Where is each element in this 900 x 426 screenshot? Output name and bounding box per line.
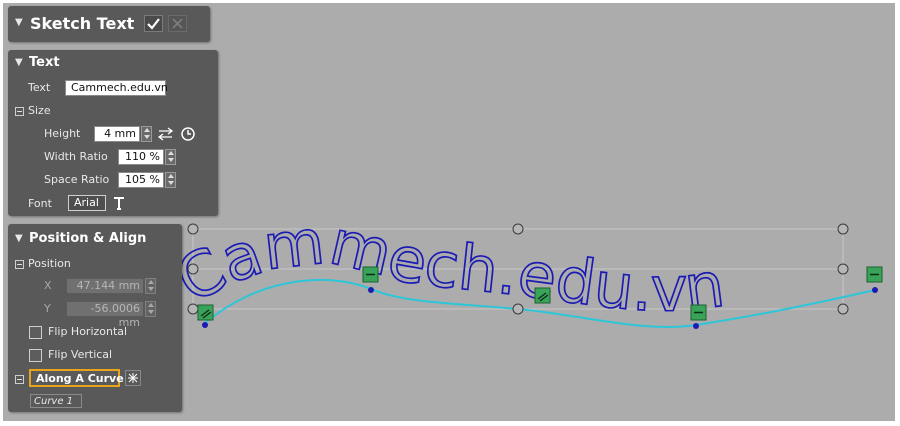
height-label: Height xyxy=(44,127,81,140)
position-collapse-icon[interactable] xyxy=(15,260,24,269)
text-input[interactable]: Cammech.edu.vn xyxy=(65,80,168,96)
y-position-stepper[interactable] xyxy=(145,301,156,317)
resize-handle-bottom-right[interactable] xyxy=(837,303,849,315)
height-stepper[interactable] xyxy=(141,126,152,142)
flip-direction-icon[interactable] xyxy=(157,126,174,142)
sketch-text-preview[interactable]: Cammech.edu.vn xyxy=(164,204,730,327)
close-icon xyxy=(172,18,183,29)
curve-point-start[interactable] xyxy=(202,322,208,328)
parallel-constraint-icon[interactable] xyxy=(534,287,551,304)
y-position-input[interactable]: -56.0006 mm xyxy=(66,301,144,329)
resize-handle-top-right[interactable] xyxy=(837,223,849,235)
rotate-icon[interactable] xyxy=(180,126,196,142)
position-label: Position xyxy=(28,257,71,270)
width-ratio-input[interactable]: 110 % xyxy=(118,149,164,165)
along-curve-collapse-icon[interactable] xyxy=(15,375,24,384)
ok-button[interactable] xyxy=(144,15,163,32)
cancel-button[interactable] xyxy=(168,15,187,32)
flip-horizontal-checkbox[interactable] xyxy=(29,326,42,339)
collapse-triangle-icon[interactable]: ▼ xyxy=(15,57,23,68)
space-ratio-stepper[interactable] xyxy=(165,172,176,188)
height-input[interactable]: 4 mm xyxy=(94,126,140,142)
curve-point-end[interactable] xyxy=(872,287,878,293)
resize-handle-top-center[interactable] xyxy=(512,223,524,235)
resize-handle-middle-right[interactable] xyxy=(837,263,849,275)
resize-handle-top-left[interactable] xyxy=(187,223,199,235)
x-label: X xyxy=(44,279,52,292)
curve-selection-field[interactable]: Curve 1 xyxy=(30,394,82,408)
collapse-triangle-icon[interactable]: ▼ xyxy=(15,233,23,244)
space-ratio-input[interactable]: 105 % xyxy=(118,172,164,188)
application-window: Cammech.edu.vn ▼ Sketch Text ▼ Text Text… xyxy=(0,0,900,426)
curve-point-2[interactable] xyxy=(693,323,699,329)
font-select[interactable]: Arial xyxy=(68,195,106,211)
position-align-panel: ▼ Position & Align Position X 47.144 mm … xyxy=(8,224,182,412)
along-curve-button[interactable]: Along A Curve xyxy=(29,369,124,387)
text-section-title: Text xyxy=(29,55,60,70)
flip-vertical-label: Flip Vertical xyxy=(48,348,113,361)
collapse-triangle-icon[interactable]: ▼ xyxy=(15,17,23,28)
along-curve-label: Along A Curve xyxy=(36,372,124,385)
width-ratio-stepper[interactable] xyxy=(165,149,176,165)
text-label: Text xyxy=(28,81,51,94)
dialog-title-panel: ▼ Sketch Text xyxy=(8,6,210,42)
dialog-title: Sketch Text xyxy=(30,14,135,33)
flip-horizontal-label: Flip Horizontal xyxy=(48,325,128,338)
width-ratio-label: Width Ratio xyxy=(44,150,108,163)
curve-point-1[interactable] xyxy=(368,287,374,293)
x-position-input[interactable]: 47.144 mm xyxy=(66,278,144,294)
x-position-stepper[interactable] xyxy=(145,278,156,294)
parallel-constraint-icon[interactable] xyxy=(197,304,214,321)
sketch-text-path: Cammech.edu.vn xyxy=(164,204,730,327)
horizontal-constraint-icon[interactable] xyxy=(866,266,883,283)
size-label: Size xyxy=(28,104,51,117)
y-label: Y xyxy=(44,302,51,315)
resize-handle-bottom-center[interactable] xyxy=(512,303,524,315)
position-align-title: Position & Align xyxy=(29,231,147,246)
curve-select-icon[interactable] xyxy=(125,370,141,386)
checkmark-icon xyxy=(147,18,160,30)
size-collapse-icon[interactable] xyxy=(15,107,24,116)
horizontal-constraint-icon[interactable] xyxy=(690,304,707,321)
resize-handle-bottom-left[interactable] xyxy=(187,303,199,315)
flip-vertical-checkbox[interactable] xyxy=(29,349,42,362)
space-ratio-label: Space Ratio xyxy=(44,173,110,186)
text-format-icon[interactable] xyxy=(111,195,127,211)
font-label: Font xyxy=(28,197,52,210)
text-section-panel: ▼ Text Text Cammech.edu.vn Size Height 4… xyxy=(8,50,218,216)
horizontal-constraint-icon[interactable] xyxy=(362,266,379,283)
resize-handle-middle-left[interactable] xyxy=(187,263,199,275)
